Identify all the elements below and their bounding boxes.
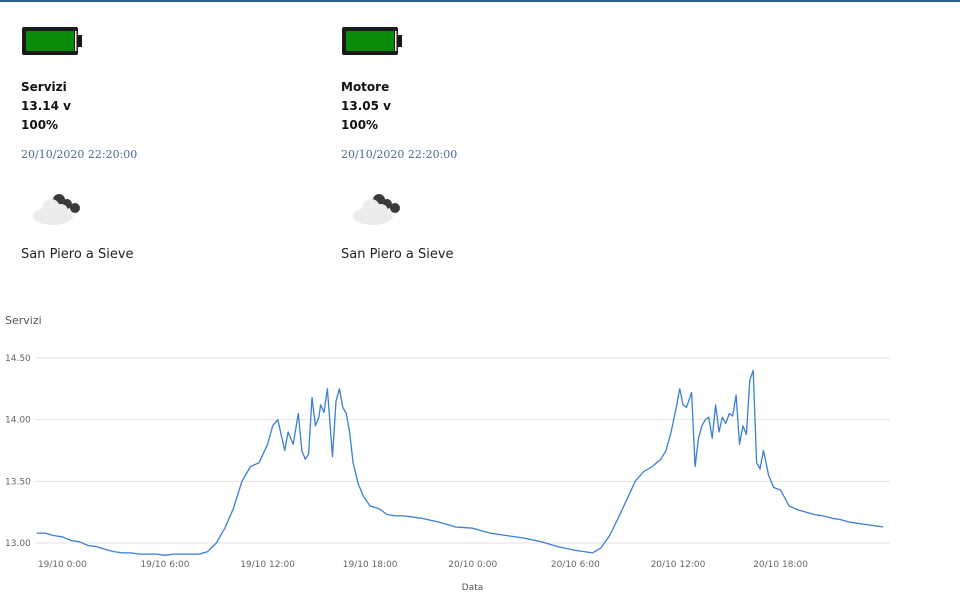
x-tick-label: 19/10 6:00 [140, 560, 189, 570]
series-line [36, 369, 884, 556]
y-tick-label: 13.00 [5, 539, 31, 549]
chart-series [36, 369, 884, 556]
card-voltage: 13.14 v [21, 99, 71, 113]
x-tick-label: 19/10 18:00 [343, 560, 398, 570]
y-tick-label: 13.50 [5, 477, 31, 487]
x-tick-label: 19/10 12:00 [240, 560, 295, 570]
x-tick-label: 20/10 12:00 [651, 560, 706, 570]
card-name: Servizi [21, 80, 67, 94]
card-voltage: 13.05 v [341, 99, 391, 113]
voltage-line-chart: 13.00 13.50 14.00 14.50 19/10 0:00 19/10 6:0… [5, 354, 890, 593]
x-tick-label: 20/10 6:00 [551, 560, 600, 570]
y-tick-label: 14.00 [5, 416, 31, 426]
cloud-night-icon [353, 194, 400, 225]
card-percent: 100% [21, 118, 59, 132]
card-timestamp: 20/10/2020 22:20:00 [21, 148, 138, 161]
x-axis-label: Data [462, 583, 484, 593]
x-tick-label: 19/10 0:00 [38, 560, 87, 570]
card-name: Motore [341, 80, 390, 94]
x-tick-label: 20/10 18:00 [753, 560, 808, 570]
chart-title: Servizi [5, 314, 42, 327]
card-timestamp: 20/10/2020 22:20:00 [341, 148, 458, 161]
x-axis-ticks: 19/10 0:00 19/10 6:00 19/10 12:00 19/10 18:… [38, 560, 808, 570]
battery-icon [342, 27, 402, 55]
y-axis-ticks: 13.00 13.50 14.00 14.50 [5, 354, 31, 549]
card-percent: 100% [341, 118, 379, 132]
cloud-night-icon [33, 194, 80, 225]
battery-icon [22, 27, 82, 55]
card-location: San Piero a Sieve [21, 247, 134, 262]
y-tick-label: 14.50 [5, 354, 31, 364]
chart-grid [35, 357, 890, 544]
top-rule [0, 0, 960, 2]
card-location: San Piero a Sieve [341, 247, 454, 262]
x-tick-label: 20/10 0:00 [448, 560, 497, 570]
